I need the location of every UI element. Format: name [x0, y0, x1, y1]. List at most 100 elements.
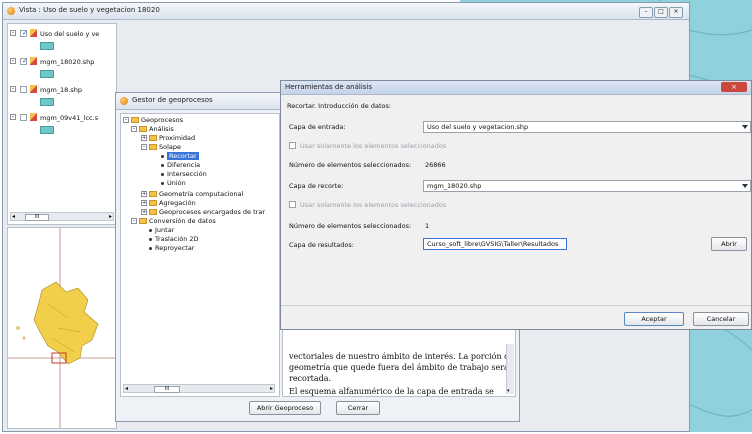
use-selected-label: Usar solamente los elementos seleccionad…	[300, 142, 447, 150]
close-geoprocess-button[interactable]: Cerrar	[336, 401, 380, 415]
layer-checkbox[interactable]: ✓	[20, 57, 28, 65]
tree-item[interactable]: Intersección	[161, 170, 207, 179]
expand-icon[interactable]: +	[141, 209, 147, 215]
toc-panel: – ✓ Uso del suelo y ve – ✓ mgm_18020.shp…	[7, 23, 117, 225]
expand-icon[interactable]: –	[10, 114, 16, 120]
chevron-down-icon	[742, 184, 748, 188]
description-scrollbar[interactable]: ▾	[506, 344, 514, 394]
clip-layer-label: Capa de recorte:	[289, 182, 344, 190]
use-selected-checkbox[interactable]	[289, 142, 296, 149]
description-line: vectoriales de nuestro ámbito de interés…	[289, 352, 515, 361]
collapse-icon[interactable]: –	[131, 126, 137, 132]
expand-icon[interactable]: –	[10, 30, 16, 36]
geoprocess-title: Gestor de geoprocesos	[132, 96, 213, 104]
layer-checkbox[interactable]	[20, 86, 27, 93]
folder-icon	[139, 126, 147, 132]
description-line: recortada.	[289, 374, 332, 383]
layer-name: mgm_09v41_lcc.s	[40, 114, 99, 122]
clip-layer-select[interactable]: mgm_18020.shp	[423, 180, 751, 192]
input-count-value: 26866	[425, 161, 446, 169]
tree-item[interactable]: Diferencia	[161, 161, 200, 170]
analysis-titlebar[interactable]: Herramientas de análisis ×	[281, 81, 751, 95]
expand-icon[interactable]: +	[141, 135, 147, 141]
folder-icon	[149, 144, 157, 150]
browse-button[interactable]: Abrir	[711, 237, 747, 251]
scroll-down-icon[interactable]: ▾	[507, 388, 510, 394]
expand-icon[interactable]: –	[10, 86, 16, 92]
toc-scrollbar[interactable]: ◂ III ▸	[10, 212, 114, 221]
tree-item[interactable]: + Proximidad	[141, 134, 195, 143]
layer-item[interactable]: – mgm_18.shp	[10, 84, 114, 108]
clip-use-selected-checkbox[interactable]	[289, 201, 296, 208]
tree-item[interactable]: – Geoprocesos	[123, 116, 183, 125]
tree-item[interactable]: – Solape	[141, 143, 181, 152]
scroll-thumb[interactable]: III	[154, 386, 180, 393]
expand-icon[interactable]: –	[10, 58, 16, 64]
layer-name: mgm_18.shp	[40, 86, 83, 94]
input-layer-value: Uso del suelo y vegetacion.shp	[427, 123, 529, 131]
bullet-icon	[161, 163, 164, 167]
output-layer-label: Capa de resultados:	[289, 241, 354, 249]
layer-symbol	[40, 70, 54, 78]
geoprocess-tree: – Geoprocesos – Análisis + Proximidad – Sola…	[120, 113, 280, 397]
input-count-label: Número de elementos seleccionados:	[289, 161, 412, 169]
folder-icon	[149, 135, 157, 141]
tree-item[interactable]: Juntar	[149, 226, 174, 235]
tree-item-selected[interactable]: Recortar	[161, 152, 199, 161]
minimize-button[interactable]: –	[639, 7, 653, 18]
layer-icon	[30, 113, 37, 121]
tree-item[interactable]: – Análisis	[131, 125, 174, 134]
open-geoprocess-button[interactable]: Abrir Geoproceso	[249, 401, 321, 415]
layer-item[interactable]: – ✓ mgm_18020.shp	[10, 56, 114, 80]
scroll-right-icon[interactable]: ▸	[109, 213, 112, 220]
scroll-right-icon[interactable]: ▸	[270, 385, 273, 392]
folder-icon	[139, 218, 147, 224]
folder-icon	[149, 191, 157, 197]
dialog-separator	[281, 305, 751, 306]
bullet-icon	[149, 228, 152, 232]
tree-scrollbar[interactable]: ◂ III ▸	[123, 384, 275, 393]
tree-item[interactable]: Traslación 2D	[149, 235, 199, 244]
description-line: El esquema alfanumérico de la capa de en…	[289, 387, 494, 396]
close-button[interactable]: ×	[669, 7, 683, 18]
collapse-icon[interactable]: –	[131, 218, 137, 224]
maximize-button[interactable]: □	[654, 7, 668, 18]
collapse-icon[interactable]: –	[123, 117, 129, 123]
locator-map[interactable]	[7, 227, 117, 429]
layer-icon	[30, 85, 37, 93]
tree-item[interactable]: Reproyectar	[149, 244, 194, 253]
collapse-icon[interactable]: –	[141, 144, 147, 150]
chevron-down-icon	[742, 125, 748, 129]
layer-name: Uso del suelo y ve	[40, 30, 100, 38]
close-icon[interactable]: ×	[721, 82, 747, 92]
tree-item[interactable]: Unión	[161, 179, 186, 188]
input-layer-label: Capa de entrada:	[289, 123, 346, 131]
clip-count-value: 1	[425, 222, 430, 230]
dialog-heading: Recortar. Introducción de datos:	[287, 102, 392, 110]
layer-checkbox[interactable]: ✓	[20, 29, 28, 37]
output-path-input[interactable]: Curso_soft_libre\GVSIG\Taller\Resultados	[423, 238, 567, 250]
layer-item[interactable]: – ✓ Uso del suelo y ve	[10, 28, 114, 52]
layer-symbol	[40, 42, 54, 50]
layer-icon	[30, 57, 37, 65]
tree-item[interactable]: – Conversión de datos	[131, 217, 216, 226]
expand-icon[interactable]: +	[141, 200, 147, 206]
folder-icon	[149, 200, 157, 206]
tree-item[interactable]: + Geoprocesos encargados de trar	[141, 208, 265, 217]
expand-icon[interactable]: +	[141, 191, 147, 197]
map-window-titlebar[interactable]: Vista : Uso de suelo y vegetacion 18020 …	[3, 3, 689, 20]
bullet-icon	[161, 181, 164, 185]
tree-item[interactable]: + Agregación	[141, 199, 196, 208]
input-layer-select[interactable]: Uso del suelo y vegetacion.shp	[423, 121, 751, 133]
layer-symbol	[40, 126, 54, 134]
layer-item[interactable]: – mgm_09v41_lcc.s	[10, 112, 114, 136]
scroll-left-icon[interactable]: ◂	[125, 385, 128, 392]
layer-checkbox[interactable]	[20, 114, 27, 121]
scroll-thumb[interactable]: III	[25, 214, 49, 221]
scroll-left-icon[interactable]: ◂	[12, 213, 15, 220]
accept-button[interactable]: Aceptar	[624, 312, 684, 326]
bullet-icon	[149, 237, 152, 241]
cancel-button[interactable]: Cancelar	[693, 312, 749, 326]
tree-item[interactable]: + Geometría computacional	[141, 190, 243, 199]
bullet-icon	[161, 172, 164, 176]
